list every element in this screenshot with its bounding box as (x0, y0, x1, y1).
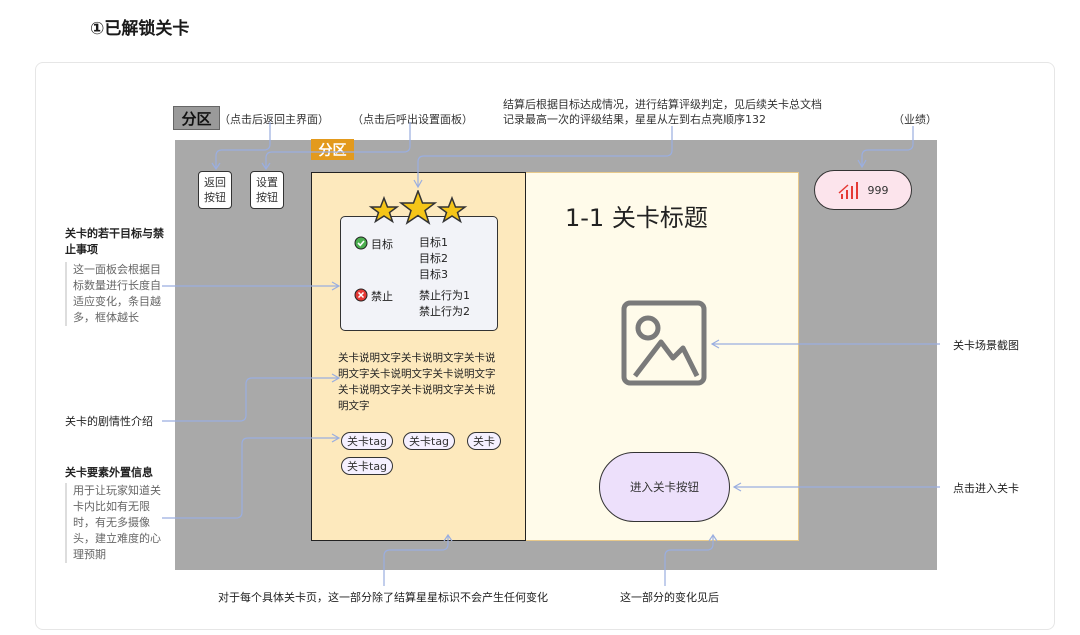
connector-score (861, 126, 914, 166)
connector-return (215, 122, 271, 168)
connector-stars (417, 126, 673, 186)
connector-bottom-left (383, 536, 449, 586)
annotation-goals-title: 关卡的若干目标与禁止事项 (65, 227, 164, 256)
connector-story (162, 377, 338, 422)
annotation-bottom-left: 对于每个具体关卡页，这一部分除了结算星星标识不会产生任何变化 (218, 591, 548, 604)
connector-elements (162, 437, 338, 519)
annotation-goals-desc: 这一面板会根据目标数量进行长度自适应变化，条目越多，框体越长 (65, 262, 169, 326)
annotation-elements-title: 关卡要素外置信息 (65, 466, 153, 479)
annotation-enter: 点击进入关卡 (953, 482, 1019, 495)
connector-settings (265, 122, 411, 168)
connector-bottom-right (664, 536, 714, 586)
annotation-scene: 关卡场景截图 (953, 339, 1019, 352)
annotation-story: 关卡的剧情性介绍 (65, 415, 153, 428)
annotation-elements-desc: 用于让玩家知道关卡内比如有无限时，有无多摄像头，建立难度的心理预期 (65, 483, 169, 563)
annotation-bottom-right: 这一部分的变化见后 (620, 591, 719, 604)
